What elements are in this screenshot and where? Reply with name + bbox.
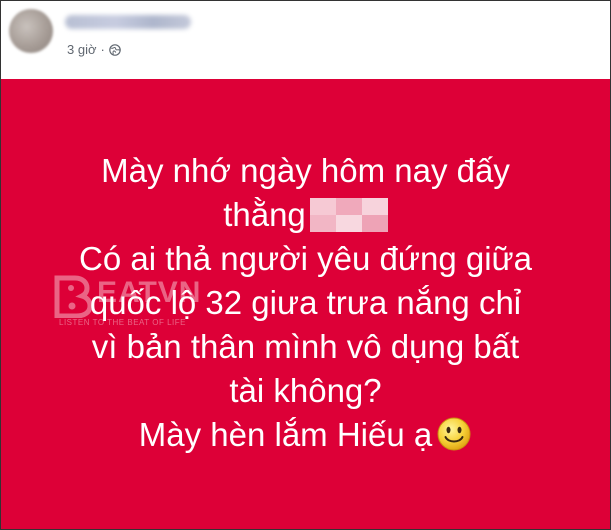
post-line: vì bản thân mình vô dụng bất: [1, 325, 610, 369]
author-name-blurred[interactable]: [65, 15, 191, 29]
smile-icon: [437, 417, 471, 451]
post-line: quốc lộ 32 giưa trưa nắng chỉ: [1, 281, 610, 325]
post-text: Mày nhớ ngày hôm nay đấy thằng Có ai thả…: [1, 149, 610, 457]
post-line: thằng: [1, 193, 610, 237]
post-line-text: vì bản thân mình vô dụng bất: [91, 328, 520, 365]
post-timestamp[interactable]: 3 giờ: [67, 42, 97, 57]
post-line-text: Mày nhớ ngày hôm nay đấy: [101, 152, 510, 189]
post-meta: 3 giờ ·: [67, 42, 121, 57]
post-line-text: quốc lộ 32 giưa trưa nắng chỉ: [89, 284, 522, 321]
globe-icon[interactable]: [109, 43, 121, 56]
post-line: Mày nhớ ngày hôm nay đấy: [1, 149, 610, 193]
post-background: EATVN LISTEN TO THE BEAT OF LIFE Mày nhớ…: [1, 79, 610, 529]
post-line-text: tài không?: [229, 372, 382, 409]
post-line: Có ai thả người yêu đứng giữa: [1, 237, 610, 281]
post-header: 3 giờ ·: [1, 1, 610, 79]
post-line-text: thằng: [223, 196, 306, 233]
pixelated-censor: [309, 198, 388, 232]
author-avatar[interactable]: [9, 9, 53, 53]
post-line-text: Mày hèn lắm Hiếu ạ: [138, 416, 433, 453]
post-line-text: Có ai thả người yêu đứng giữa: [78, 240, 532, 277]
post-card: 3 giờ · EATVN LISTEN TO THE BEAT OF LIFE…: [0, 0, 611, 530]
post-line: tài không?: [1, 369, 610, 413]
meta-separator: ·: [100, 42, 105, 57]
post-line: Mày hèn lắm Hiếu ạ: [1, 413, 610, 457]
